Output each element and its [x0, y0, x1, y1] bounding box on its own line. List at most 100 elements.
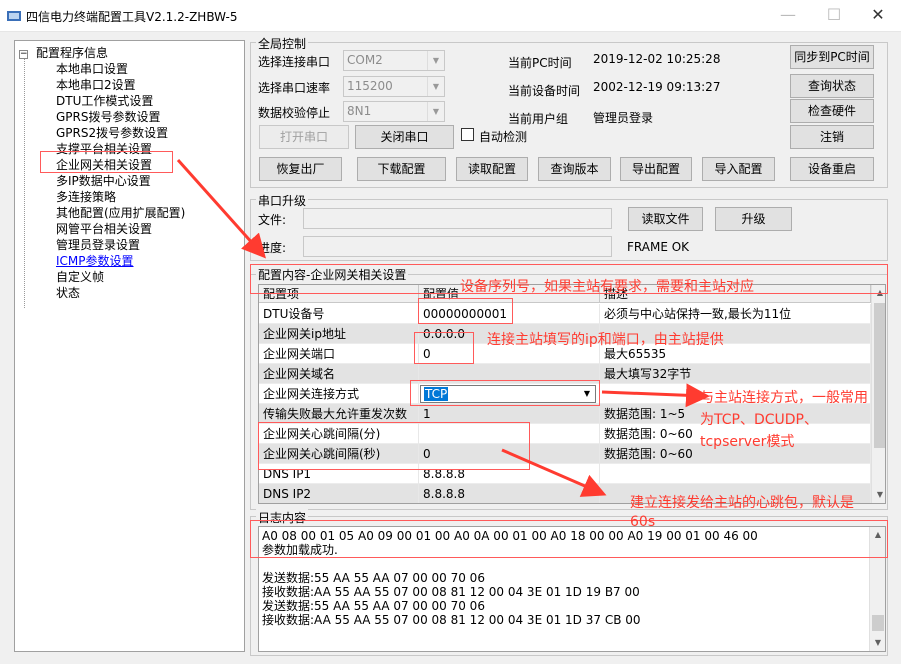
scroll-down-icon[interactable]: ▼: [872, 487, 885, 503]
table-scrollbar[interactable]: ▲ ▼: [871, 285, 885, 503]
tree-item-multi-connection[interactable]: 多连接策略: [56, 188, 116, 205]
close-port-button[interactable]: 关闭串口: [355, 125, 454, 149]
close-button[interactable]: ✕: [855, 0, 901, 32]
tree-item-nms-platform[interactable]: 网管平台相关设置: [56, 220, 152, 237]
parity-value: 8N1: [347, 104, 372, 118]
baud-value: 115200: [347, 79, 393, 93]
download-config-button[interactable]: 下载配置: [357, 157, 446, 181]
tree-item-status[interactable]: 状态: [56, 284, 80, 301]
check-hardware-button[interactable]: 检查硬件: [790, 99, 874, 123]
annotation-heartbeat-2: 60s: [630, 514, 656, 530]
log-line: 接收数据:AA 55 AA 55 07 00 08 81 12 00 04 3E…: [262, 613, 641, 627]
tree-guide-line: [24, 58, 25, 308]
read-config-button[interactable]: 读取配置: [456, 157, 528, 181]
tree-item-gprs2-dial[interactable]: GPRS2拨号参数设置: [56, 124, 168, 141]
maximize-button[interactable]: ☐: [811, 0, 857, 32]
upgrade-button[interactable]: 升级: [715, 207, 792, 231]
chevron-down-icon: ▼: [427, 77, 444, 96]
config-tree[interactable]: − 配置程序信息 本地串口设置 本地串口2设置 DTU工作模式设置 GPRS拨号参…: [14, 40, 245, 652]
pc-time-label: 当前PC时间: [508, 56, 572, 70]
sync-pc-time-button[interactable]: 同步到PC时间: [790, 45, 874, 69]
row-name: 企业网关ip地址: [259, 324, 419, 344]
user-group-label: 当前用户组: [508, 112, 569, 126]
auto-detect-label: 自动检测: [479, 130, 528, 144]
window-title: 四信电力终端配置工具V2.1.2-ZHBW-5: [26, 10, 238, 24]
device-time-label: 当前设备时间: [508, 84, 581, 98]
annotation-conn-mode-3: tcpserver模式: [700, 434, 795, 450]
annotation-box-log: [250, 520, 888, 558]
read-file-button[interactable]: 读取文件: [628, 207, 703, 231]
scrollbar-thumb[interactable]: [872, 615, 884, 631]
upgrade-status: FRAME OK: [627, 240, 690, 254]
app-icon: [7, 11, 21, 21]
scrollbar-thumb[interactable]: [874, 303, 885, 448]
port-value: COM2: [347, 53, 383, 67]
file-path-input[interactable]: [303, 208, 612, 229]
tree-item-other-config[interactable]: 其他配置(应用扩展配置): [56, 204, 185, 221]
row-value[interactable]: 1: [419, 404, 600, 424]
row-name: 企业网关域名: [259, 364, 419, 384]
log-line: 发送数据:55 AA 55 AA 07 00 00 70 06: [262, 599, 485, 613]
tree-item-multi-ip-center[interactable]: 多IP数据中心设置: [56, 172, 151, 189]
title-bar[interactable]: 四信电力终端配置工具V2.1.2-ZHBW-5 — ☐ ✕: [0, 0, 901, 32]
tree-item-local-serial[interactable]: 本地串口设置: [56, 60, 128, 77]
row-value[interactable]: 8.8.8.8: [419, 484, 600, 503]
annotation-device-id: 设备序列号，如果主站有要求，需要和主站对应: [460, 279, 754, 295]
row-name: DTU设备号: [259, 304, 419, 324]
tree-item-icmp[interactable]: ICMP参数设置: [56, 252, 134, 269]
logout-button[interactable]: 注销: [790, 125, 874, 149]
row-name: 企业网关连接方式: [259, 384, 419, 404]
auto-detect-checkbox[interactable]: [461, 128, 474, 141]
row-desc: 必须与中心站保持一致,最长为11位: [600, 304, 871, 324]
restore-factory-button[interactable]: 恢复出厂: [259, 157, 342, 181]
annotation-box-tree-selection: [40, 151, 173, 173]
collapse-icon[interactable]: −: [19, 50, 28, 59]
query-version-button[interactable]: 查询版本: [538, 157, 611, 181]
chevron-down-icon: ▼: [427, 102, 444, 121]
export-config-button[interactable]: 导出配置: [620, 157, 692, 181]
file-label: 文件:: [258, 213, 287, 227]
annotation-box-device-id: [418, 298, 513, 324]
tree-item-dtu-mode[interactable]: DTU工作模式设置: [56, 92, 153, 109]
baud-label: 选择串口速率: [258, 81, 331, 95]
row-desc: 最大填写32字节: [600, 364, 871, 384]
reboot-device-button[interactable]: 设备重启: [790, 157, 874, 181]
port-select[interactable]: COM2 ▼: [343, 50, 445, 71]
tree-item-gprs-dial[interactable]: GPRS拨号参数设置: [56, 108, 161, 125]
baud-select[interactable]: 115200 ▼: [343, 76, 445, 97]
tree-root[interactable]: − 配置程序信息: [19, 44, 108, 61]
serial-upgrade-label: 串口升级: [256, 192, 309, 209]
parity-select[interactable]: 8N1 ▼: [343, 101, 445, 122]
open-port-button[interactable]: 打开串口: [259, 125, 349, 149]
scroll-down-icon[interactable]: ▼: [870, 635, 885, 651]
annotation-box-connection-mode: [410, 380, 600, 406]
row-desc: [600, 464, 871, 484]
device-time-value: 2002-12-19 09:13:27: [593, 80, 721, 94]
minimize-button[interactable]: —: [765, 0, 811, 32]
parity-label: 数据校验停止: [258, 106, 331, 120]
progress-label: 进度:: [258, 241, 287, 255]
pc-time-value: 2019-12-02 10:25:28: [593, 52, 721, 66]
table-row[interactable]: DTU设备号 00000000001 必须与中心站保持一致,最长为11位: [259, 304, 871, 324]
annotation-box-ip-port: [414, 332, 474, 364]
global-control-label: 全局控制: [256, 35, 309, 52]
chevron-down-icon: ▼: [427, 51, 444, 70]
row-name: DNS IP2: [259, 484, 419, 503]
annotation-box-heartbeat: [258, 422, 530, 470]
annotation-ip-port: 连接主站填写的ip和端口，由主站提供: [487, 332, 724, 348]
log-line: 接收数据:AA 55 AA 55 07 00 08 81 12 00 04 3E…: [262, 585, 640, 599]
log-line: 发送数据:55 AA 55 AA 07 00 00 70 06: [262, 571, 485, 585]
row-name: 企业网关端口: [259, 344, 419, 364]
upgrade-progress-bar: [303, 236, 612, 257]
tree-item-custom-frame[interactable]: 自定义帧: [56, 268, 104, 285]
user-group-value: 管理员登录: [593, 111, 654, 125]
query-status-button[interactable]: 查询状态: [790, 74, 874, 98]
tree-root-label: 配置程序信息: [36, 46, 109, 60]
annotation-conn-mode-2: 为TCP、DCUDP、: [700, 412, 818, 428]
tree-item-local-serial-2[interactable]: 本地串口2设置: [56, 76, 136, 93]
annotation-heartbeat-1: 建立连接发给主站的心跳包，默认是: [630, 495, 854, 511]
tree-item-admin-login[interactable]: 管理员登录设置: [56, 236, 140, 253]
port-label: 选择连接串口: [258, 55, 331, 69]
annotation-conn-mode-1: 与主站连接方式，一般常用: [700, 390, 868, 406]
import-config-button[interactable]: 导入配置: [702, 157, 775, 181]
